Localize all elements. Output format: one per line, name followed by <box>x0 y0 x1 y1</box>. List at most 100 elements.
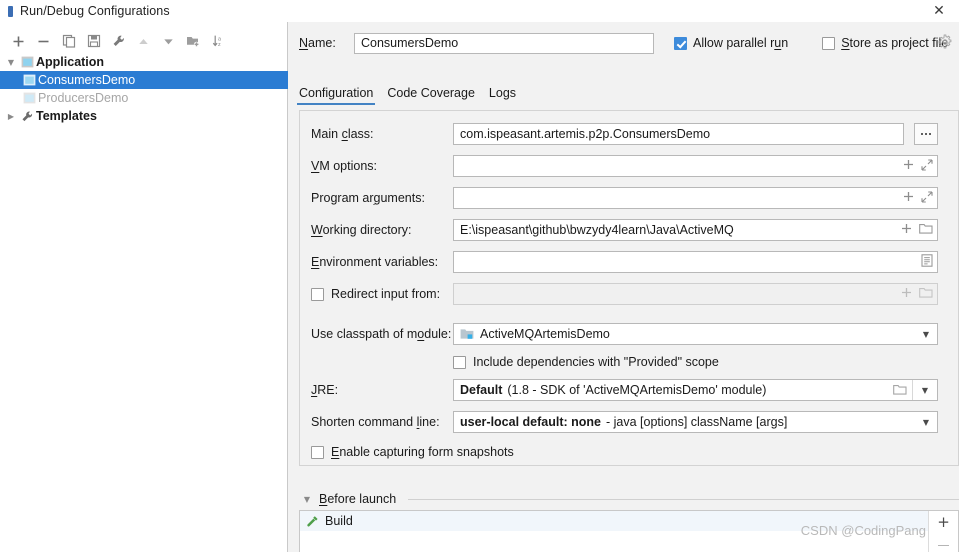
store-as-project-file-label: Store as project file <box>841 36 949 50</box>
edit-variables-icon[interactable] <box>921 254 933 270</box>
move-up-icon <box>131 30 156 52</box>
expand-collapse-icon[interactable]: ▼ <box>301 495 313 504</box>
chevron-down-icon[interactable]: ▼ <box>913 386 937 395</box>
save-icon[interactable] <box>81 30 106 52</box>
before-launch-title: Before launch <box>319 492 397 506</box>
new-folder-icon[interactable] <box>181 30 206 52</box>
working-directory-input[interactable]: E:\ispeasant\github\bwzydy4learn\Java\Ac… <box>453 219 938 241</box>
allow-parallel-run-label: Allow parallel run <box>693 36 789 50</box>
watermark: CSDN @CodingPang <box>800 523 926 538</box>
tab-logs[interactable]: Logs <box>489 86 516 104</box>
tree-node-label: Application <box>36 55 105 69</box>
name-input[interactable]: ConsumersDemo <box>354 32 654 54</box>
checkbox-box[interactable] <box>311 287 324 301</box>
program-arguments-label-row: Program arguments: <box>311 187 425 209</box>
vm-options-input[interactable] <box>453 155 938 177</box>
add-icon[interactable] <box>6 30 31 52</box>
add-icon[interactable]: + <box>937 515 950 530</box>
chevron-down-icon[interactable]: ▼ <box>915 412 937 432</box>
include-provided-scope-checkbox[interactable]: Include dependencies with "Provided" sco… <box>453 351 719 373</box>
redirect-input-label: Redirect input from: <box>331 287 441 301</box>
shorten-command-line-label: Shorten command line: <box>311 415 440 429</box>
edit-templates-icon[interactable] <box>106 30 131 52</box>
application-icon <box>20 92 38 104</box>
vm-options-label-row: VM options: <box>311 155 377 177</box>
tree-node-producersdemo[interactable]: ProducersDemo <box>0 89 288 107</box>
shorten-command-line-label-row: Shorten command line: <box>311 411 440 433</box>
use-classpath-label-row: Use classpath of module: <box>311 323 451 345</box>
before-launch-toolbar: + <box>928 511 958 552</box>
checkbox-box[interactable] <box>822 36 836 50</box>
jre-value: Default <box>460 383 503 397</box>
application-icon <box>18 56 36 68</box>
environment-variables-label-row: Environment variables: <box>311 251 438 273</box>
tree-node-label: Templates <box>36 109 97 123</box>
expand-collapse-icon[interactable]: ▶ <box>4 112 18 121</box>
remove-icon[interactable] <box>938 545 949 546</box>
jre-actions: ▼ <box>888 380 937 400</box>
jre-label: JRE: <box>311 383 339 397</box>
tree-node-application[interactable]: ▼ Application <box>0 53 288 71</box>
insert-macro-icon[interactable] <box>901 223 912 237</box>
browse-folder-icon[interactable] <box>888 384 912 396</box>
configurations-tree[interactable]: ▼ Application ConsumersDemo ProducersDem… <box>0 53 288 125</box>
allow-parallel-run-checkbox[interactable]: Allow parallel run <box>674 36 788 50</box>
tree-node-consumersdemo[interactable]: ConsumersDemo <box>0 71 288 89</box>
insert-macro-icon[interactable] <box>903 159 914 173</box>
main-class-label-row: Main class: <box>311 123 374 145</box>
gear-icon[interactable] <box>937 34 955 52</box>
shorten-command-line-combobox[interactable]: user-local default: none - java [options… <box>453 411 938 433</box>
tab-code-coverage[interactable]: Code Coverage <box>387 86 475 104</box>
svg-text:z: z <box>218 42 221 48</box>
close-icon[interactable]: ✕ <box>919 0 959 22</box>
dialog-title: Run/Debug Configurations <box>20 4 170 18</box>
expand-editor-icon[interactable] <box>921 190 933 206</box>
redirect-input-checkbox[interactable]: Redirect input from: <box>311 283 440 305</box>
environment-variables-input[interactable] <box>453 251 938 273</box>
redirect-input-actions <box>895 287 933 302</box>
tree-node-templates[interactable]: ▶ Templates <box>0 107 288 125</box>
vm-options-actions <box>897 158 933 174</box>
ellipsis-icon <box>921 133 931 135</box>
checkbox-box[interactable] <box>674 36 687 50</box>
include-provided-scope-label: Include dependencies with "Provided" sco… <box>473 355 719 369</box>
shorten-command-line-hint: - java [options] className [args] <box>606 415 788 429</box>
store-as-project-file-checkbox[interactable]: Store as project file <box>822 36 948 50</box>
top-options: Allow parallel run Store as project file <box>674 31 948 55</box>
before-launch-header[interactable]: ▼ Before launch <box>301 492 959 506</box>
jre-label-row: JRE: <box>311 379 338 401</box>
working-directory-value: E:\ispeasant\github\bwzydy4learn\Java\Ac… <box>460 223 734 237</box>
main-class-browse-button[interactable] <box>914 123 938 145</box>
copy-icon[interactable] <box>56 30 81 52</box>
move-down-icon[interactable] <box>156 30 181 52</box>
before-launch-item-label: Build <box>325 514 353 528</box>
main-class-input[interactable]: com.ispeasant.artemis.p2p.ConsumersDemo <box>453 123 904 145</box>
vm-options-label: VM options: <box>311 159 378 173</box>
program-arguments-input[interactable] <box>453 187 938 209</box>
module-icon <box>460 328 474 340</box>
expand-editor-icon[interactable] <box>921 158 933 174</box>
enable-form-snapshots-checkbox[interactable]: Enable capturing form snapshots <box>311 441 514 463</box>
jre-combobox[interactable]: Default (1.8 - SDK of 'ActiveMQArtemisDe… <box>453 379 938 401</box>
tree-node-label: ConsumersDemo <box>38 73 136 87</box>
insert-macro-icon[interactable] <box>903 191 914 205</box>
remove-icon[interactable] <box>31 30 56 52</box>
configuration-panel: Main class: com.ispeasant.artemis.p2p.Co… <box>299 110 959 466</box>
shorten-command-line-value: user-local default: none <box>460 415 601 429</box>
editor-tabs: Configuration Code Coverage Logs <box>296 86 959 108</box>
checkbox-box[interactable] <box>311 445 324 459</box>
chevron-down-icon[interactable]: ▼ <box>915 324 937 344</box>
working-directory-actions <box>895 223 933 238</box>
title-bar: Run/Debug Configurations <box>0 0 959 22</box>
use-classpath-combobox[interactable]: ActiveMQArtemisDemo ▼ <box>453 323 938 345</box>
checkbox-box[interactable] <box>453 355 466 369</box>
hammer-icon <box>306 515 319 528</box>
expand-collapse-icon[interactable]: ▼ <box>4 58 18 67</box>
tab-configuration[interactable]: Configuration <box>296 86 376 105</box>
main-class-label: Main class: <box>311 127 374 141</box>
use-classpath-value: ActiveMQArtemisDemo <box>480 327 610 341</box>
application-icon <box>20 74 38 86</box>
browse-folder-icon <box>919 287 933 302</box>
browse-folder-icon[interactable] <box>919 223 933 238</box>
sort-icon[interactable]: a z <box>206 30 231 52</box>
